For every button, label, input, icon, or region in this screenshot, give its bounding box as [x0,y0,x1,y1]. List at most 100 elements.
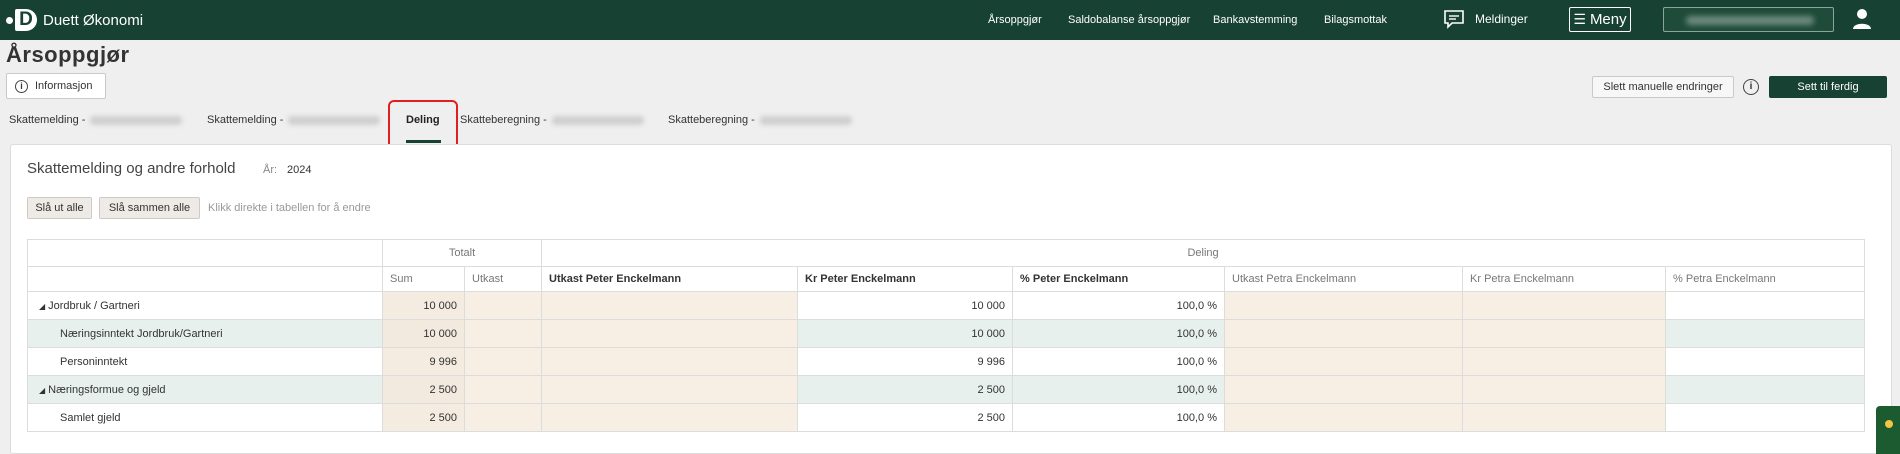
cell-utkast[interactable] [463,291,543,320]
tab-label: Deling [406,114,440,126]
cell-utkast[interactable] [463,319,543,348]
cell-pct-peter[interactable]: 100,0 % [1012,375,1226,404]
cell-kr-peter[interactable]: 10 000 [797,291,1014,320]
messages-button[interactable]: Meldinger [1443,9,1528,29]
cell-sum[interactable]: 2 500 [382,375,465,404]
cell-pct-petra[interactable] [1665,291,1866,320]
cell-pct-petra[interactable] [1665,347,1866,376]
cell-utkast-petra[interactable] [1224,403,1464,432]
nav-link-arsoppgjor[interactable]: Årsoppgjør [988,14,1042,26]
table-row[interactable]: ◢ Næringsformue og gjeld 2 500 2 500 100,… [27,375,1866,404]
cell-utkast[interactable] [463,403,543,432]
cell-kr-petra[interactable] [1462,375,1667,404]
cell-sum[interactable]: 2 500 [382,403,465,432]
user-icon[interactable] [1852,8,1872,30]
column-header-utkast: Utkast [463,266,543,292]
table-row[interactable]: Næringsinntekt Jordbruk/Gartneri 10 000 … [27,319,1866,348]
column-header-sum: Sum [382,266,465,292]
cell-kr-petra[interactable] [1462,291,1667,320]
cell-sum[interactable]: 10 000 [382,319,465,348]
nav-link-bilagsmottak[interactable]: Bilagsmottak [1324,14,1387,26]
side-feedback-widget[interactable] [1876,406,1900,454]
year-label: År: [263,164,278,176]
table-row[interactable]: ◢ Jordbruk / Gartneri 10 000 10 000 100,0… [27,291,1866,320]
cell-utkast-peter[interactable] [541,347,799,376]
information-button[interactable]: i Informasjon [6,73,106,99]
row-label[interactable]: Samlet gjeld [27,403,383,432]
collapse-all-button[interactable]: Slå sammen alle [99,197,200,219]
cell-utkast-peter[interactable] [541,403,799,432]
expand-all-button[interactable]: Slå ut alle [27,197,92,219]
cell-pct-petra[interactable] [1665,375,1866,404]
row-label[interactable]: ◢ Jordbruk / Gartneri [27,291,383,320]
card-title: Skattemelding og andre forhold [27,160,236,177]
column-header-kr-petra: Kr Petra Enckelmann [1462,266,1667,292]
cell-kr-peter[interactable]: 2 500 [797,375,1014,404]
column-header-utkast-peter: Utkast Peter Enckelmann [541,266,799,292]
column-header-pct-petra: % Petra Enckelmann [1665,266,1866,292]
redacted-name [759,115,852,125]
table-row[interactable]: Personinntekt 9 996 9 996 100,0 % [27,347,1866,376]
column-header-pct-peter: % Peter Enckelmann [1012,266,1226,292]
cell-utkast-peter[interactable] [541,375,799,404]
delete-manual-changes-button[interactable]: Slett manuelle endringer [1592,76,1734,98]
row-label-text: Næringsformue og gjeld [48,383,166,396]
logo-dot-icon [6,16,13,24]
cell-pct-peter[interactable]: 100,0 % [1012,291,1226,320]
tab-skattemelding-1[interactable]: Skattemelding - [9,114,183,126]
nav-link-saldobalanse[interactable]: Saldobalanse årsoppgjør [1068,14,1190,26]
tab-deling[interactable]: Deling [388,100,458,150]
cell-utkast-peter[interactable] [541,291,799,320]
cell-pct-peter[interactable]: 100,0 % [1012,347,1226,376]
cell-sum[interactable]: 9 996 [382,347,465,376]
menu-button[interactable]: ☰ Meny [1569,7,1631,32]
cell-kr-peter[interactable]: 10 000 [797,319,1014,348]
cell-utkast-petra[interactable] [1224,347,1464,376]
cell-utkast[interactable] [463,375,543,404]
tab-label: Skatteberegning - [668,114,755,126]
redacted-user-name [1686,16,1814,25]
tab-skatteberegning-2[interactable]: Skatteberegning - [668,114,852,126]
cell-pct-peter[interactable]: 100,0 % [1012,319,1226,348]
tab-skattemelding-2[interactable]: Skattemelding - [207,114,381,126]
cell-kr-peter[interactable]: 9 996 [797,347,1014,376]
row-label[interactable]: Næringsinntekt Jordbruk/Gartneri [27,319,383,348]
row-label[interactable]: Personinntekt [27,347,383,376]
cell-kr-petra[interactable] [1462,403,1667,432]
cell-pct-petra[interactable] [1665,319,1866,348]
app-title: Duett Økonomi [43,11,144,29]
tab-skatteberegning-1[interactable]: Skatteberegning - [460,114,644,126]
cell-sum[interactable]: 10 000 [382,291,465,320]
tab-label: Skattemelding - [207,114,284,126]
help-info-icon[interactable]: i [1743,79,1759,95]
empty-header [27,239,383,267]
sharing-table: Totalt Deling Sum Utkast Utkast Peter En… [27,239,1866,432]
page-title: Årsoppgjør [6,42,130,67]
row-label-text: Jordbruk / Gartneri [48,299,140,312]
cell-pct-peter[interactable]: 100,0 % [1012,403,1226,432]
redacted-name [551,115,644,125]
app-logo[interactable]: D Duett Økonomi [6,9,143,31]
cell-kr-petra[interactable] [1462,347,1667,376]
hamburger-icon: ☰ [1573,11,1586,27]
cell-kr-peter[interactable]: 2 500 [797,403,1014,432]
cell-utkast-peter[interactable] [541,319,799,348]
group-header-deling: Deling [541,239,1866,267]
cell-utkast-petra[interactable] [1224,291,1464,320]
cell-utkast[interactable] [463,347,543,376]
collapse-triangle-icon[interactable]: ◢ [39,386,45,395]
cell-utkast-petra[interactable] [1224,375,1464,404]
row-label[interactable]: ◢ Næringsformue og gjeld [27,375,383,404]
set-finished-button[interactable]: Sett til ferdig [1769,76,1887,98]
nav-link-bankavstemming[interactable]: Bankavstemming [1213,14,1297,26]
collapse-triangle-icon[interactable]: ◢ [39,302,45,311]
bulb-icon [1885,420,1893,428]
redacted-name [288,115,381,125]
logo-d-icon: D [15,9,37,31]
cell-pct-petra[interactable] [1665,403,1866,432]
table-row[interactable]: Samlet gjeld 2 500 2 500 100,0 % [27,403,1866,432]
edit-hint: Klikk direkte i tabellen for å endre [208,202,371,214]
user-selector[interactable] [1663,7,1834,32]
cell-utkast-petra[interactable] [1224,319,1464,348]
cell-kr-petra[interactable] [1462,319,1667,348]
